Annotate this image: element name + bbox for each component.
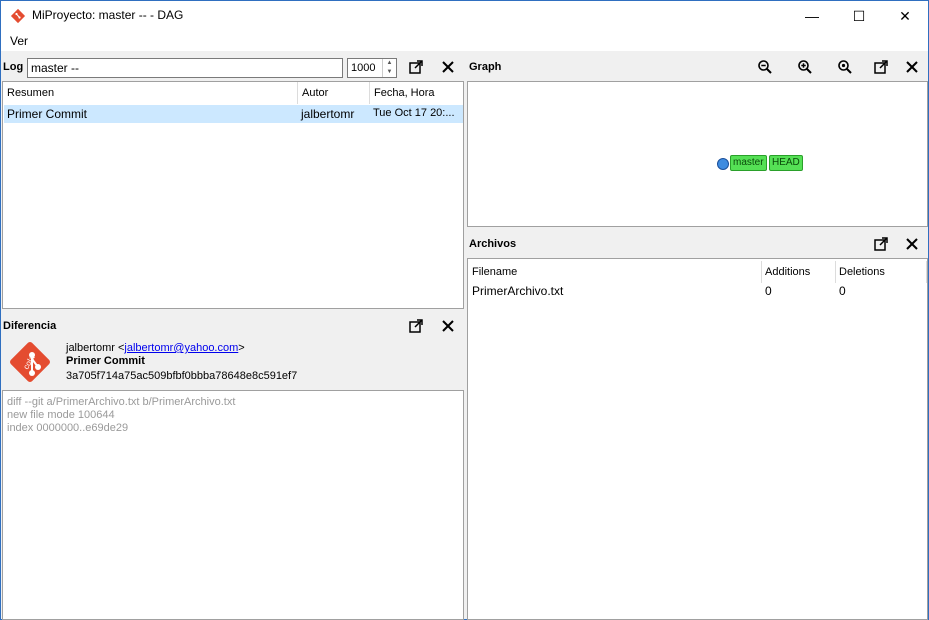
graph-title: Graph [469,61,502,73]
menu-ver[interactable]: Ver [10,34,28,48]
column-header-resumen[interactable]: Resumen [3,82,298,104]
close-files-icon[interactable] [904,236,920,252]
log-dock-header: Log 1000 ▲▼ [1,53,465,81]
author-avatar: cola [10,342,50,382]
log-title: Log [3,61,24,73]
zoom-out-icon[interactable] [757,59,773,75]
title-bar: MiProyecto: master -- - DAG — ☐ ✕ [1,1,928,31]
app-window: MiProyecto: master -- - DAG — ☐ ✕ Ver Lo… [0,0,929,620]
files-title: Archivos [469,238,517,250]
graph-view[interactable]: master HEAD [467,81,928,227]
close-icon: ✕ [899,8,911,24]
window-title: MiProyecto: master -- - DAG [32,8,184,22]
commit-author: jalbertomr [301,107,355,121]
diff-commit-sha: 3a705f714a75ac509bfbf0bbba78648e8c591ef7 [66,370,298,382]
zoom-in-icon[interactable] [797,59,813,75]
commit-date: Tue Oct 17 20:... [373,107,455,119]
diff-dock-header: Diferencia [1,312,465,340]
float-graph-icon[interactable] [873,59,889,75]
close-graph-icon[interactable] [904,59,920,75]
column-header-autor[interactable]: Autor [298,82,370,104]
float-log-icon[interactable] [408,59,424,75]
ref-tag-master[interactable]: master [730,155,767,171]
float-files-icon[interactable] [873,236,889,252]
float-diff-icon[interactable] [408,318,424,334]
close-window-button[interactable]: ✕ [882,1,928,31]
log-limit-value: 1000 [351,62,376,74]
menu-bar: Ver [1,31,928,51]
table-row[interactable]: Primer Commit jalbertomr Tue Oct 17 20:.… [4,105,463,123]
spin-arrows-icon[interactable]: ▲ ▼ [382,59,396,77]
files-dock-header: Archivos [466,230,928,258]
diff-line: new file mode 100644 [7,409,115,421]
diff-line: index 0000000..e69de29 [7,422,129,434]
minimize-icon: — [805,8,819,24]
commit-author-line: jalbertomr <jalbertomr@yahoo.com> [66,342,245,354]
minimize-button[interactable]: — [789,1,835,31]
maximize-icon: ☐ [852,8,866,24]
commit-summary: Primer Commit [7,107,87,121]
diff-author-email[interactable]: jalbertomr@yahoo.com [124,342,238,354]
file-additions: 0 [765,284,772,298]
close-log-icon[interactable] [440,59,456,75]
graph-dock-header: Graph [466,53,928,81]
git-logo-icon [10,8,26,24]
file-name[interactable]: PrimerArchivo.txt [472,284,563,298]
column-header-filename[interactable]: Filename [469,261,762,283]
diff-commit-title: Primer Commit [66,355,145,367]
diff-title: Diferencia [3,320,57,332]
diff-view[interactable]: diff --git a/PrimerArchivo.txt b/PrimerA… [2,390,464,620]
commit-node[interactable] [717,158,729,170]
files-table: Filename Additions Deletions PrimerArchi… [467,258,928,620]
column-header-deletions[interactable]: Deletions [836,261,927,283]
zoom-fit-icon[interactable] [837,59,853,75]
diff-line: diff --git a/PrimerArchivo.txt b/PrimerA… [7,396,236,408]
maximize-button[interactable]: ☐ [836,1,882,31]
diff-content: diff --git a/PrimerArchivo.txt b/PrimerA… [7,396,235,435]
log-table: Resumen Autor Fecha, Hora Primer Commit … [2,81,464,309]
log-filter-input[interactable] [27,58,343,78]
ref-tag-head[interactable]: HEAD [769,155,803,171]
column-header-additions[interactable]: Additions [762,261,836,283]
log-limit-spinbox[interactable]: 1000 ▲ ▼ [347,58,397,78]
close-diff-icon[interactable] [440,318,456,334]
file-deletions: 0 [839,284,846,298]
diff-author-name: jalbertomr [66,342,115,354]
commit-info-header: cola jalbertomr <jalbertomr@yahoo.com> P… [2,337,464,389]
column-header-fecha[interactable]: Fecha, Hora [370,82,463,104]
